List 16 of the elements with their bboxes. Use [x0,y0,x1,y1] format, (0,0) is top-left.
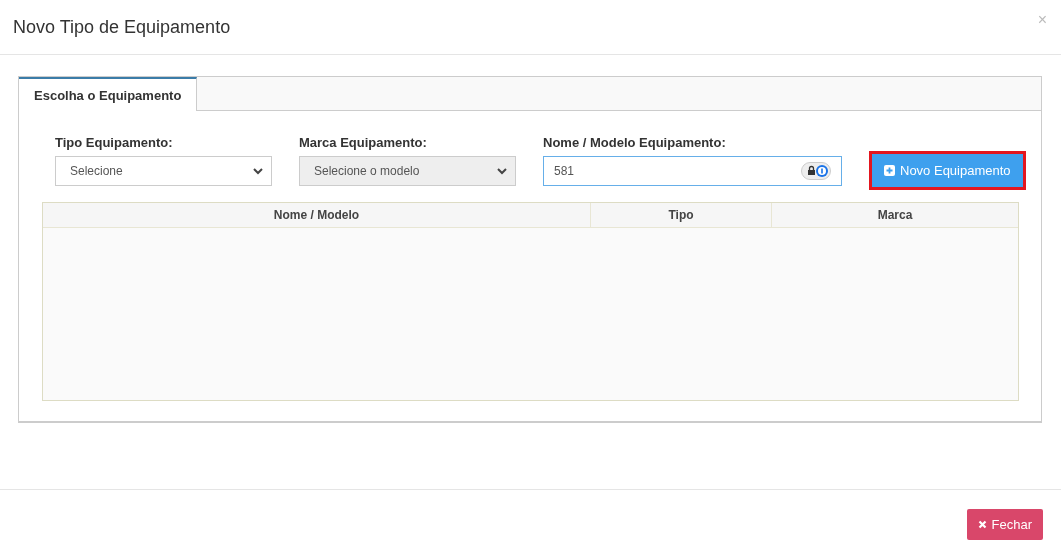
field-label: Nome / Modelo Equipamento: [543,135,727,150]
modal-title: Novo Tipo de Equipamento [13,16,231,38]
password-manager-icon[interactable] [801,162,831,180]
chevron-down-icon [253,167,263,175]
column-header: Marca [876,207,914,224]
input-field[interactable]: 581 [543,156,842,186]
plus-icon [884,165,895,176]
close-button[interactable]: Fechar [966,508,1043,540]
field-label: Tipo Equipamento: [55,135,174,150]
close-icon [977,519,987,529]
chevron-down-icon [497,167,507,175]
select-field[interactable]: Selecione [55,156,272,186]
tab[interactable]: Escolha o Equipamento [19,77,198,111]
field-label: Marca Equipamento: [299,135,428,150]
column-header: Tipo [591,203,772,227]
column-header: Nome / Modelo [43,203,591,227]
